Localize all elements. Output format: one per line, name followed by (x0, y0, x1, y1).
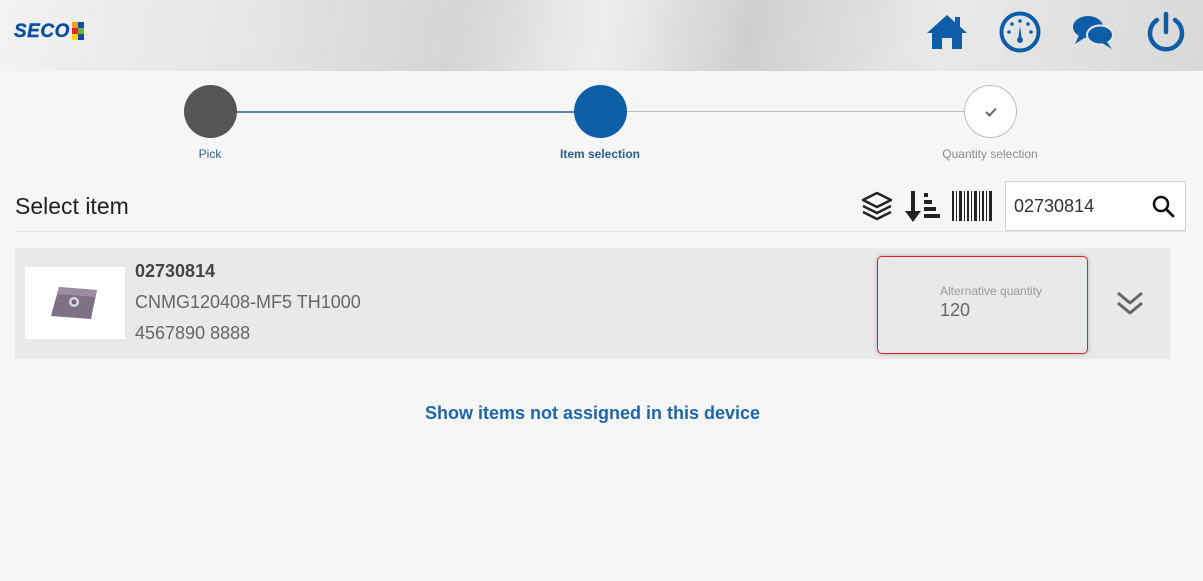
item-thumbnail (25, 267, 125, 339)
sort-icon[interactable] (905, 190, 941, 222)
alternative-quantity-box: Alternative quantity 120 (877, 256, 1088, 354)
search-box (1005, 181, 1186, 231)
home-icon[interactable] (925, 10, 969, 54)
step-connector-1 (236, 111, 574, 113)
title-row: Select item (15, 180, 1186, 232)
search-input[interactable] (1014, 182, 1144, 230)
barcode-icon[interactable] (951, 190, 995, 222)
step-quantity-selection-label: Quantity selection (942, 147, 1038, 161)
chat-icon[interactable] (1071, 10, 1115, 54)
step-pick-circle[interactable] (184, 85, 237, 138)
page-title: Select item (15, 193, 129, 219)
show-unassigned-items-link[interactable]: Show items not assigned in this device (0, 403, 1185, 424)
search-icon[interactable] (1151, 194, 1175, 218)
logo-text: SECO (14, 21, 70, 42)
item-row[interactable]: 02730814 CNMG120408-MF5 TH1000 4567890 8… (15, 248, 1170, 359)
item-description: CNMG120408-MF5 TH1000 (135, 292, 361, 312)
app-header: SECO (0, 0, 1203, 71)
step-connector-2 (626, 111, 964, 112)
alternative-quantity-label: Alternative quantity (940, 284, 1043, 298)
step-item-selection-circle[interactable] (574, 85, 627, 138)
power-icon[interactable] (1144, 10, 1188, 54)
logo-squares (71, 22, 84, 40)
double-chevron-down-icon[interactable] (1115, 290, 1145, 318)
step-item-selection-label: Item selection (559, 147, 641, 161)
seco-logo: SECO (14, 21, 84, 43)
dashboard-icon[interactable] (998, 10, 1042, 54)
item-barcode: 4567890 8888 (135, 323, 251, 343)
step-quantity-selection-circle (964, 85, 1017, 138)
check-icon (984, 107, 997, 117)
alternative-quantity-value: 120 (940, 300, 971, 320)
step-pick-label: Pick (198, 147, 222, 161)
item-code: 02730814 (135, 261, 216, 281)
layers-icon[interactable] (859, 190, 895, 222)
progress-stepper: Pick Item selection Quantity selection (0, 84, 1203, 174)
